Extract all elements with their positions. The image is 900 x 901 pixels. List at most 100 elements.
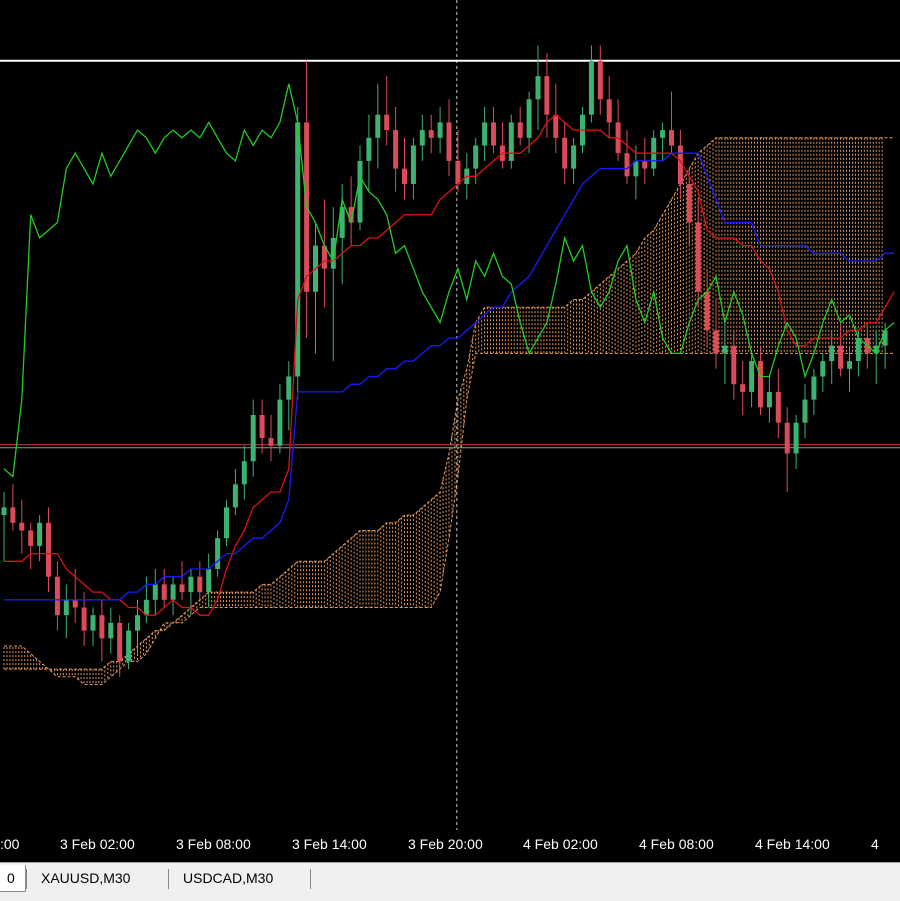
candle-body	[232, 484, 238, 508]
tab-separator	[26, 869, 27, 889]
candle-body	[802, 399, 808, 423]
candle-body	[206, 569, 212, 593]
candle-body	[473, 145, 479, 169]
candle-body	[740, 384, 746, 392]
chart-area[interactable]	[0, 0, 900, 830]
tab-separator	[310, 869, 311, 889]
candle-body	[482, 122, 488, 146]
time-label: 3 Feb 08:00	[176, 836, 251, 852]
time-label: 4 Feb 14:00	[755, 836, 830, 852]
candle-body	[669, 130, 674, 146]
candle-body	[19, 522, 25, 531]
candle-body	[793, 422, 799, 454]
candle-body	[28, 530, 34, 546]
candle-body	[126, 630, 132, 662]
candle-body	[855, 338, 861, 362]
chart-tab-bar: 0 XAUUSD,M30 USDCAD,M30	[0, 862, 900, 901]
candle-body	[695, 222, 701, 292]
candle-body	[588, 60, 594, 115]
candle-body	[99, 615, 105, 639]
candle-body	[152, 584, 158, 600]
candle-body	[882, 330, 888, 346]
candle-body	[402, 168, 407, 184]
candle-body	[419, 130, 425, 146]
time-label: :00	[0, 836, 20, 852]
tab-separator	[168, 869, 169, 889]
candle-body	[535, 76, 541, 100]
candle-body	[517, 122, 523, 138]
candle-body	[135, 615, 140, 631]
candle-body	[731, 345, 737, 385]
candle-body	[508, 122, 514, 161]
candle-body	[54, 576, 60, 616]
tab-chart-active[interactable]: 0	[0, 865, 26, 892]
candle-body	[277, 399, 283, 446]
candle-body	[829, 345, 835, 362]
candle-body	[544, 76, 550, 115]
candle-body	[117, 622, 123, 662]
candle-body	[259, 415, 265, 439]
candle-body	[455, 160, 461, 184]
candle-body	[224, 507, 229, 539]
candle-body	[72, 599, 78, 608]
time-label: 4	[871, 836, 879, 852]
candle-body	[81, 607, 87, 631]
time-label: 4 Feb 02:00	[523, 836, 598, 852]
candle-body	[250, 415, 256, 462]
time-label: 3 Feb 14:00	[292, 836, 367, 852]
candle-body	[553, 114, 559, 138]
candle-body	[197, 576, 203, 593]
candle-body	[63, 599, 69, 616]
time-label: 3 Feb 02:00	[60, 836, 135, 852]
candle-body	[375, 114, 381, 138]
candle-body	[1, 507, 7, 516]
candle-body	[749, 361, 755, 392]
candle-body	[10, 507, 16, 523]
tab-usdcad-m30[interactable]: USDCAD,M30	[173, 865, 283, 891]
candle-body	[758, 361, 763, 408]
tab-xauusd-m30[interactable]: XAUUSD,M30	[31, 865, 140, 891]
candle-body	[46, 522, 51, 577]
candle-body	[428, 130, 434, 138]
time-axis: :00 3 Feb 02:00 3 Feb 08:00 3 Feb 14:00 …	[0, 830, 900, 862]
candle-body	[820, 361, 826, 377]
candle-body	[241, 461, 247, 485]
candle-body	[170, 584, 176, 600]
candle-body	[286, 376, 292, 400]
candle-body	[161, 584, 167, 600]
candle-body	[642, 160, 648, 169]
candle-body	[704, 291, 710, 331]
candle-body	[597, 60, 603, 100]
candle-body	[713, 330, 719, 354]
candle-body	[562, 137, 568, 169]
candle-body	[606, 99, 612, 123]
candle-body	[491, 122, 496, 146]
candle-body	[446, 122, 452, 161]
candle-body	[357, 160, 363, 223]
candle-body	[366, 137, 372, 161]
candle-body	[188, 576, 194, 593]
candle-body	[766, 391, 772, 408]
time-label: 4 Feb 08:00	[639, 836, 714, 852]
candle-body	[784, 422, 790, 454]
candle-body	[624, 153, 630, 177]
candle-body	[838, 345, 844, 369]
price-chart[interactable]	[0, 0, 900, 830]
candle-body	[526, 99, 532, 138]
candle-body	[722, 345, 728, 354]
candle-body	[268, 438, 274, 446]
candle-body	[775, 391, 781, 423]
candle-body	[90, 615, 96, 631]
candle-body	[811, 376, 817, 400]
candle-body	[108, 622, 114, 639]
candle-body	[384, 114, 390, 131]
candle-body	[179, 584, 185, 593]
candle-body	[393, 130, 399, 169]
candle-body	[437, 122, 443, 138]
candle-body	[686, 184, 692, 223]
candle-body	[37, 522, 43, 546]
candle-body	[410, 145, 416, 184]
candle-body	[571, 145, 577, 169]
candle-body	[215, 538, 221, 569]
candle-body	[847, 361, 852, 369]
